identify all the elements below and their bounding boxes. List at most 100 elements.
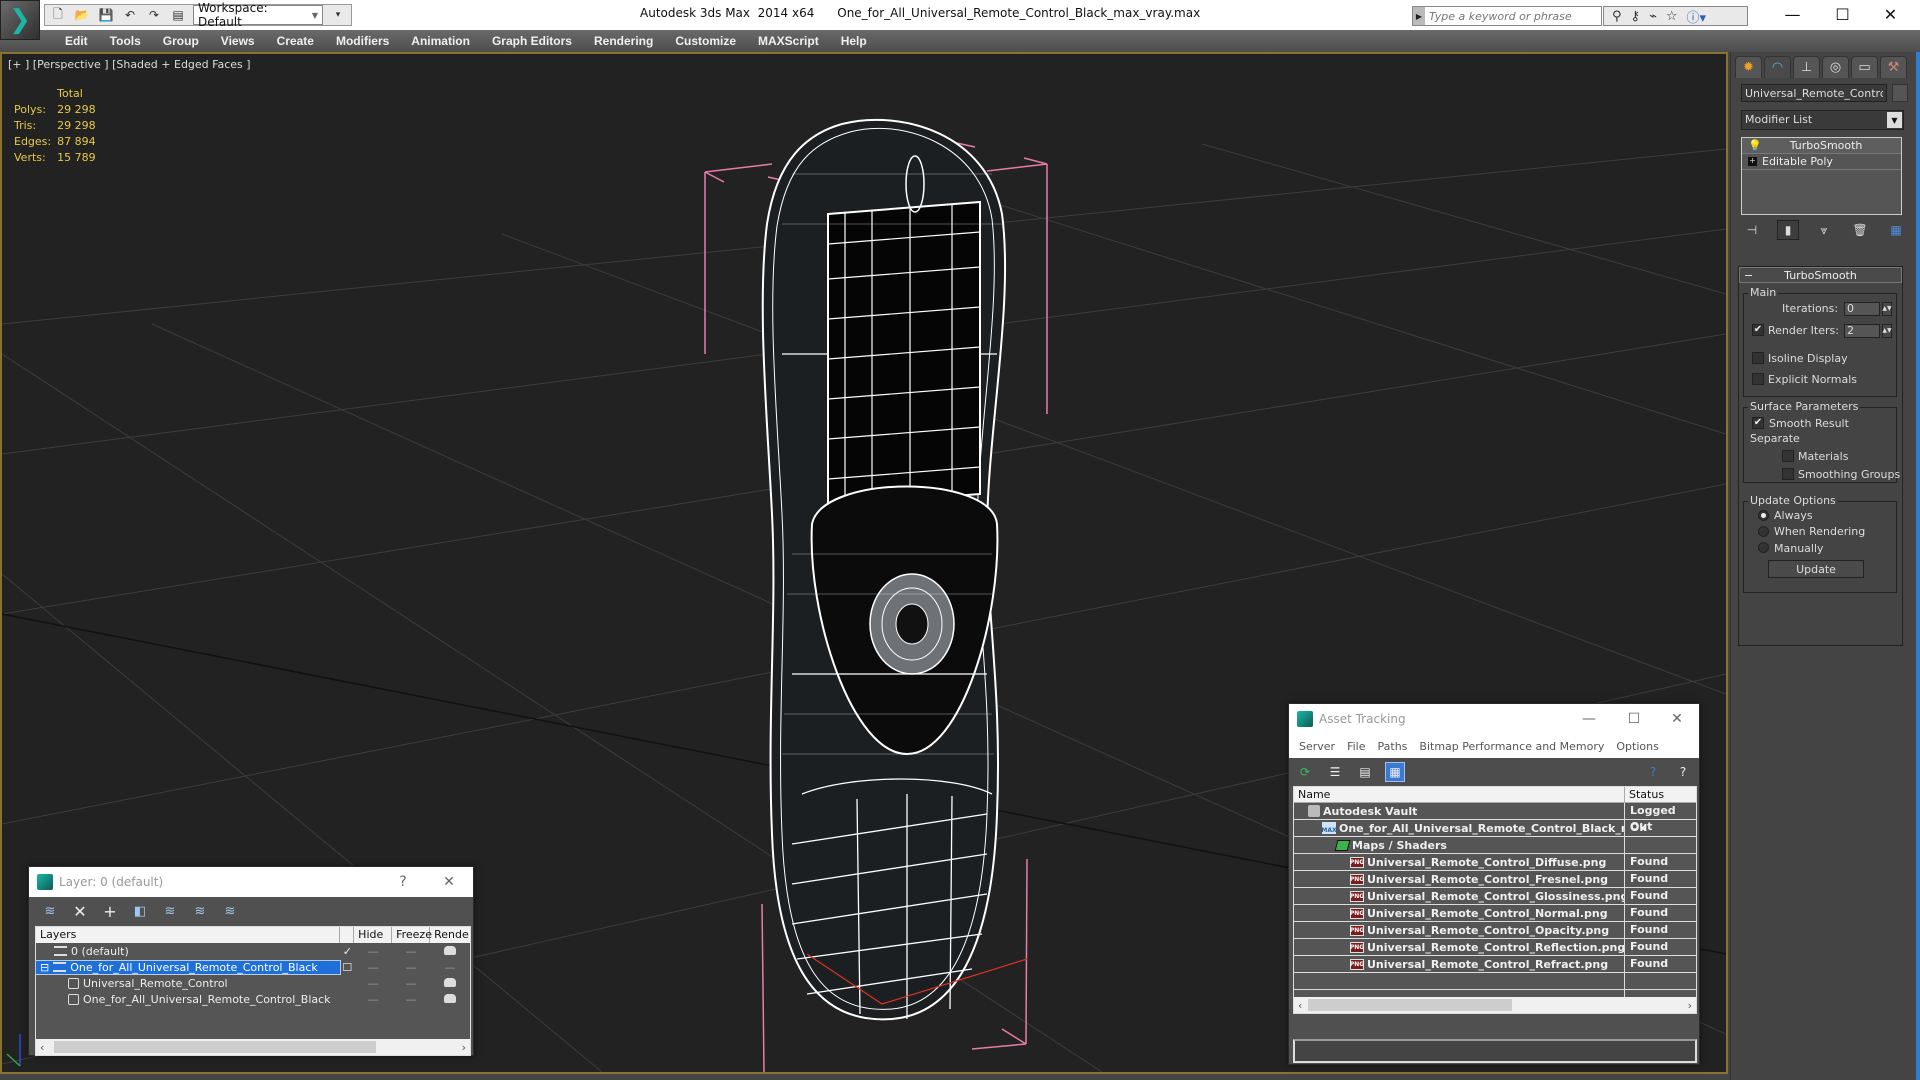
menu-file[interactable]: File [1341, 740, 1371, 753]
render-toggle[interactable] [430, 977, 470, 990]
tab-create[interactable]: ✹ [1735, 56, 1762, 78]
customize-qat-icon[interactable]: ▾ [329, 7, 347, 23]
asset-row[interactable]: PNG Universal_Remote_Control_Diffuse.png F… [1294, 854, 1696, 871]
layer-name-cell[interactable]: 0 (default) [36, 945, 340, 958]
remote-control-model[interactable] [761, 118, 1028, 1021]
layer-name-cell[interactable]: Universal_Remote_Control [36, 977, 340, 990]
update-when-rendering-radio[interactable] [1758, 526, 1769, 537]
render-iters-input[interactable]: 2 [1844, 324, 1880, 338]
tab-motion[interactable]: ◎ [1822, 56, 1849, 78]
update-manually-radio[interactable] [1758, 542, 1769, 553]
object-color-swatch[interactable] [1892, 84, 1908, 102]
menu-tools[interactable]: Tools [99, 34, 152, 48]
pin-stack-icon[interactable]: ⊣ [1741, 220, 1763, 240]
hide-toggle[interactable]: — [354, 945, 392, 958]
asset-row[interactable]: PNG Universal_Remote_Control_Normal.png Fo… [1294, 905, 1696, 922]
create-layer-icon[interactable]: ≋ [41, 902, 59, 920]
lightbulb-icon[interactable]: 💡 [1748, 139, 1762, 152]
scroll-right-icon[interactable]: › [1688, 999, 1692, 1012]
configure-sets-icon[interactable]: ▦ [1885, 220, 1907, 240]
expand-search-icon[interactable]: ▶ [1413, 7, 1425, 25]
menu-create[interactable]: Create [266, 34, 325, 48]
scrollbar-thumb[interactable] [54, 1041, 376, 1053]
horizontal-scrollbar[interactable]: ‹ › [1294, 997, 1696, 1013]
layer-name-cell[interactable]: One_for_All_Universal_Remote_Control_Bla… [36, 993, 340, 1006]
redo-icon[interactable]: ↷ [145, 7, 163, 23]
viewport-label[interactable]: [+ ] [Perspective ] [Shaded + Edged Face… [8, 58, 251, 71]
close-button[interactable]: ✕ [429, 867, 469, 897]
close-button[interactable]: ✕ [1657, 704, 1697, 734]
explicit-normals-checkbox[interactable] [1752, 373, 1764, 385]
app-menu-button[interactable]: ❯ [0, 0, 40, 40]
open-file-icon[interactable]: 📂 [73, 7, 91, 23]
layer-row[interactable]: One_for_All_Universal_Remote_Control_Bla… [36, 991, 470, 1007]
highlight-layer-icon[interactable]: ≋ [191, 902, 209, 920]
scrollbar-thumb[interactable] [1308, 999, 1512, 1011]
minimize-button[interactable]: — [1770, 0, 1815, 28]
maximize-button[interactable]: ☐ [1820, 0, 1865, 28]
help-button[interactable]: ? [383, 867, 423, 897]
new-file-icon[interactable]: 🗋 [49, 7, 67, 23]
vault-help-icon[interactable]: ? [1643, 762, 1663, 782]
menu-paths[interactable]: Paths [1372, 740, 1414, 753]
menu-server[interactable]: Server [1293, 740, 1341, 753]
tab-modify[interactable]: ◠ [1764, 56, 1791, 78]
asset-row[interactable]: Maps / Shaders [1294, 837, 1696, 854]
asset-path-field[interactable] [1293, 1039, 1697, 1063]
hide-toggle[interactable]: — [354, 961, 392, 974]
rollout-header[interactable]: − TurboSmooth [1739, 267, 1902, 283]
binoculars-icon[interactable]: ⚲ [1612, 9, 1622, 24]
close-button[interactable]: ✕ [1868, 0, 1913, 28]
isoline-display-checkbox[interactable] [1752, 352, 1764, 364]
freeze-toggle[interactable]: — [392, 993, 430, 1006]
column-render[interactable]: Rende [430, 927, 470, 943]
save-icon[interactable]: 💾 [97, 7, 115, 23]
menu-modifiers[interactable]: Modifiers [325, 34, 400, 48]
scroll-left-icon[interactable]: ‹ [40, 1041, 44, 1054]
hide-toggle[interactable]: — [354, 977, 392, 990]
menu-views[interactable]: Views [210, 34, 266, 48]
minimize-button[interactable]: — [1569, 704, 1609, 734]
freeze-toggle[interactable]: — [392, 977, 430, 990]
menu-animation[interactable]: Animation [400, 34, 481, 48]
column-active[interactable] [340, 927, 355, 943]
table-view-icon[interactable]: ▦ [1385, 762, 1405, 782]
layer-name-cell[interactable]: ⊟ One_for_All_Universal_Remote_Control_Bl… [34, 959, 342, 975]
scroll-left-icon[interactable]: ‹ [1298, 999, 1302, 1012]
asset-row[interactable]: PNG Universal_Remote_Control_Refract.png F… [1294, 956, 1696, 973]
help-icon[interactable]: ? [1673, 762, 1693, 782]
materials-checkbox[interactable] [1782, 450, 1794, 462]
modifier-list-dropdown[interactable]: Modifier List ▼ [1741, 110, 1904, 130]
satellite-icon[interactable]: ⌁ [1649, 9, 1657, 24]
tab-hierarchy[interactable]: ⊥ [1793, 56, 1820, 78]
scroll-right-icon[interactable]: › [462, 1041, 466, 1054]
asset-row[interactable]: PNG Universal_Remote_Control_Glossiness.p… [1294, 888, 1696, 905]
menu-maxscript[interactable]: MAXScript [747, 34, 830, 48]
stack-item-turbosmooth[interactable]: 💡 TurboSmooth [1742, 138, 1901, 154]
asset-row[interactable]: PNG Universal_Remote_Control_Opacity.png F… [1294, 922, 1696, 939]
menu-rendering[interactable]: Rendering [583, 34, 664, 48]
layer-properties-icon[interactable]: ≋ [221, 902, 239, 920]
workspace-dropdown[interactable]: Workspace: Default ▼ [193, 1, 323, 29]
freeze-toggle[interactable]: — [392, 961, 430, 974]
plus-box-icon[interactable]: + [1748, 157, 1757, 166]
asset-row[interactable]: MAX One_for_All_Universal_Remote_Control_… [1294, 820, 1696, 837]
help-icon[interactable]: ⓘ▾ [1687, 7, 1707, 26]
column-hide[interactable]: Hide [354, 927, 393, 943]
render-toggle[interactable] [430, 993, 470, 1006]
hide-toggle[interactable]: — [354, 993, 392, 1006]
iterations-spinner[interactable]: ▲▼ [1882, 302, 1892, 316]
undo-icon[interactable]: ↶ [121, 7, 139, 23]
star-icon[interactable]: ☆ [1666, 9, 1678, 24]
render-toggle[interactable] [430, 945, 470, 958]
tree-view-icon[interactable]: ▤ [1355, 762, 1375, 782]
select-objects-icon[interactable]: ◧ [131, 902, 149, 920]
remove-modifier-icon[interactable]: 🗑 [1849, 220, 1871, 240]
column-name[interactable]: Name [1294, 787, 1625, 802]
project-folder-icon[interactable]: ▤ [169, 7, 187, 23]
collapse-icon[interactable]: ⊟ [40, 961, 49, 974]
horizontal-scrollbar[interactable]: ‹ › [36, 1039, 470, 1055]
smoothing-groups-checkbox[interactable] [1782, 468, 1794, 480]
active-layer-toggle[interactable]: ☐ [340, 961, 354, 974]
list-view-icon[interactable]: ☰ [1325, 762, 1345, 782]
